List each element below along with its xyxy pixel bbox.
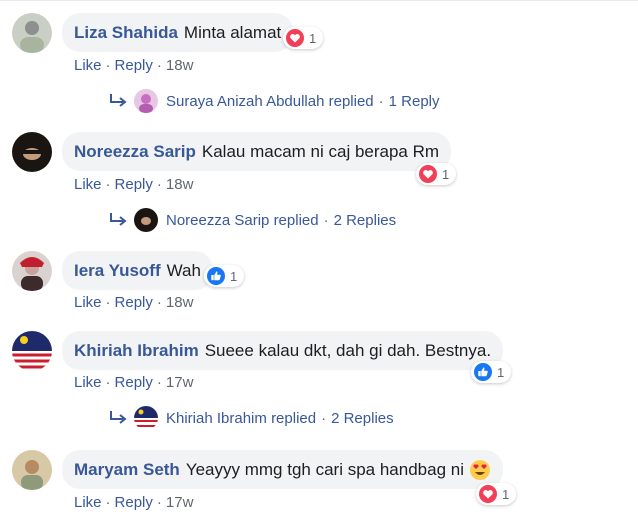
like-link[interactable]: Like [74,294,102,311]
reaction-count: 1 [442,166,450,182]
comment-text: Minta alamat [183,22,282,42]
view-replies-link[interactable]: Khiriah Ibrahim replied · 2 Replies [108,406,394,430]
comment-actions: Like · Reply · 17w [74,374,194,391]
like-icon [474,363,492,381]
love-icon [479,485,497,503]
comment-text: Yeayyy mmg tgh cari spa handbag ni [185,459,464,479]
like-icon [207,267,225,285]
reply-count: 1 Reply [388,92,440,110]
like-link[interactable]: Like [74,176,102,193]
comment-text: Wah [166,260,201,280]
reply-verb: replied [271,409,317,427]
heart-eyes-emoji-icon [469,459,490,480]
reply-link[interactable]: Reply [115,176,153,193]
like-link[interactable]: Like [74,57,102,74]
comment-bubble: Khiriah Ibrahim Sueee kalau dkt, dah gi … [62,331,504,370]
reply-link[interactable]: Reply [115,494,153,511]
comment-author[interactable]: Liza Shahida [74,23,178,43]
avatar[interactable] [12,331,52,371]
timestamp[interactable]: 18w [166,176,194,193]
reply-avatar [134,406,158,430]
reaction-count-badge[interactable]: 1 [204,265,245,287]
reaction-count: 1 [230,268,238,284]
reaction-count-badge[interactable]: 1 [471,361,512,383]
timestamp[interactable]: 18w [166,57,194,74]
avatar[interactable] [12,450,52,490]
reaction-count: 1 [309,30,317,46]
reply-verb: replied [328,92,374,110]
comment-bubble: Iera Yusoff Wah [62,251,213,290]
reply-avatar [134,89,158,113]
reply-author: Noreezza Sarip [166,211,270,229]
comment-author[interactable]: Khiriah Ibrahim [74,341,199,361]
comment-bubble: Noreezza Sarip Kalau macam ni caj berapa… [62,132,452,171]
comment-bubble: Liza Shahida Minta alamat [62,13,294,52]
comment-actions: Like · Reply · 18w [74,176,194,193]
comment-actions: Like · Reply · 17w [74,494,194,511]
reaction-count-badge[interactable]: 1 [416,163,457,185]
avatar[interactable] [12,132,52,172]
love-icon [286,29,304,47]
reply-verb: replied [273,211,319,229]
reply-arrow-icon [110,411,127,424]
timestamp[interactable]: 17w [166,374,194,391]
comment-actions: Like · Reply · 18w [74,294,194,311]
comment-actions: Like · Reply · 18w [74,57,194,74]
comment-text: Sueee kalau dkt, dah gi dah. Bestnya. [204,340,492,360]
love-icon [419,165,437,183]
comment-author[interactable]: Iera Yusoff [74,261,161,281]
reaction-count-badge[interactable]: 1 [476,483,517,505]
reply-link[interactable]: Reply [115,374,153,391]
reaction-count-badge[interactable]: 1 [283,27,324,49]
reply-arrow-icon [110,94,127,107]
like-link[interactable]: Like [74,374,102,391]
view-replies-link[interactable]: Suraya Anizah Abdullah replied · 1 Reply [108,89,440,113]
timestamp[interactable]: 18w [166,294,194,311]
reply-link[interactable]: Reply [115,57,153,74]
like-link[interactable]: Like [74,494,102,511]
reply-count: 2 Replies [331,409,394,427]
reply-arrow-icon [110,213,127,226]
reaction-count: 1 [502,486,510,502]
comment-bubble: Maryam Seth Yeayyy mmg tgh cari spa hand… [62,450,503,489]
timestamp[interactable]: 17w [166,494,194,511]
view-replies-link[interactable]: Noreezza Sarip replied · 2 Replies [108,208,396,232]
comment-text: Kalau macam ni caj berapa Rm [201,141,440,161]
comment-author[interactable]: Noreezza Sarip [74,142,196,162]
avatar[interactable] [12,13,52,53]
comment-author[interactable]: Maryam Seth [74,460,180,480]
reply-avatar [134,208,158,232]
avatar[interactable] [12,251,52,291]
reaction-count: 1 [497,364,505,380]
reply-link[interactable]: Reply [115,294,153,311]
reply-count: 2 Replies [333,211,397,229]
reply-author: Khiriah Ibrahim [166,409,267,427]
reply-author: Suraya Anizah Abdullah [166,92,325,110]
divider [0,0,638,1]
